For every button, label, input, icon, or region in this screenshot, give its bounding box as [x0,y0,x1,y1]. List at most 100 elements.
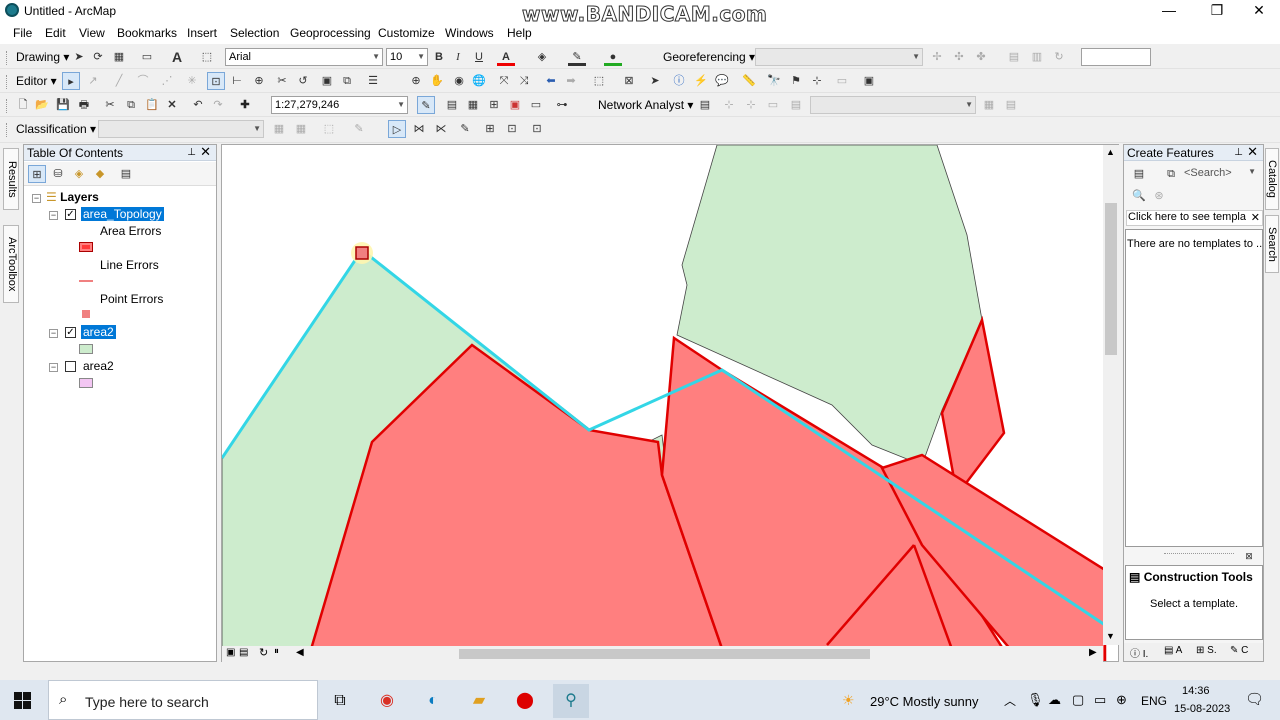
tab-catalog[interactable]: Catalog [1265,148,1279,210]
layout-view-icon[interactable]: ▤ [239,647,248,658]
map-canvas[interactable] [222,145,1119,662]
point-icon[interactable]: ✳ [183,72,201,90]
task-view-icon[interactable]: ⧉ [322,684,358,718]
cut-polygons-icon[interactable]: ⋉ [432,120,450,138]
collapse-layers-icon[interactable]: − [32,194,41,203]
georeferencing-menu[interactable]: Georeferencing ▾ [663,50,755,64]
find-route-icon[interactable]: ⚑ [787,72,805,90]
identify-icon[interactable]: ⓘ [670,72,688,90]
bold-button[interactable]: B [430,48,448,66]
network-build-icon[interactable]: ▦ [980,96,998,114]
panel-splitter[interactable] [1164,553,1234,555]
list-by-drawing-order-icon[interactable]: ⊞ [28,165,46,183]
end-point-arc-icon[interactable]: ⌒ [134,72,152,90]
refresh-icon[interactable]: ↻ [1050,48,1068,66]
find-icon[interactable]: 🔭 [765,72,783,90]
modelbuilder-icon[interactable]: ⊶ [553,96,571,114]
georef-layer-select[interactable]: ▼ [755,48,923,66]
classification-tool-icon[interactable]: ✎ [350,120,368,138]
back-extent-icon[interactable]: ⬅ [542,72,560,90]
topology-visibility-checkbox[interactable]: ✓ [65,209,76,220]
clear-search-icon[interactable]: ⊛ [1150,187,1168,205]
maximize-button[interactable]: ❐ [1194,0,1240,22]
globe-icon[interactable]: 🌐 [470,72,488,90]
fixed-zoom-out-icon[interactable]: ⤨ [515,72,533,90]
python-window-icon[interactable]: ▭ [527,96,545,114]
classification-polygon-icon[interactable]: ▦ [292,120,310,138]
network-icon[interactable]: ⊕ [1116,692,1127,708]
menu-help[interactable]: Help [507,26,532,40]
clock-date[interactable]: 15-08-2023 [1174,703,1230,715]
measure-icon[interactable]: 📏 [740,72,758,90]
rotate-tool-icon[interactable]: ⊞ [481,120,499,138]
template-search[interactable]: <Search> ▼ [1184,167,1260,182]
menu-file[interactable]: File [13,26,32,40]
georef-tool-icon[interactable]: ✤ [972,48,990,66]
rectangle-icon[interactable]: ▭ [138,48,156,66]
tab-create-icon[interactable]: ✎ C [1230,645,1248,656]
file-explorer-icon[interactable]: ▰ [461,684,497,718]
topology-edit-icon[interactable]: ⊡ [207,72,225,90]
straight-segment-icon[interactable]: ╱ [110,72,128,90]
font-size-select[interactable]: 10 ▼ [386,48,428,66]
font-color-icon[interactable]: A [497,48,515,66]
classification-training-icon[interactable]: ▦ [270,120,288,138]
layer-area2-second[interactable]: area2 [83,359,114,373]
fill-color-icon[interactable]: ◈ [533,48,551,66]
tab-results[interactable]: Results [3,148,19,210]
menu-windows[interactable]: Windows [445,26,494,40]
editor-menu[interactable]: Editor ▾ [16,74,57,88]
editor-toolbar-toggle-icon[interactable]: ✎ [417,96,435,114]
collapse-pane-icon[interactable]: ⊠ [1240,547,1258,565]
toolbar-grip[interactable] [6,123,9,137]
language-indicator[interactable]: ENG [1141,694,1167,708]
marker-color-icon[interactable]: ● [604,48,622,66]
font-name-select[interactable]: Arial ▼ [225,48,383,66]
map-topology-icon[interactable]: ⊢ [228,72,246,90]
layer-area2[interactable]: area2 [81,325,116,339]
forward-extent-icon[interactable]: ➡ [562,72,580,90]
windows-start-icon[interactable] [14,692,32,710]
display-icon[interactable]: ▭ [1094,692,1106,708]
collapse-area2-second-icon[interactable]: − [49,363,58,372]
map-scale-select[interactable]: 1:27,279,246 ▼ [271,96,408,114]
network-select-icon[interactable]: ⊹ [742,96,760,114]
line-color-icon[interactable]: ✎ [568,48,586,66]
classification-menu[interactable]: Classification ▾ [16,122,96,136]
list-by-selection-icon[interactable]: ◆ [91,165,109,183]
rotate-icon[interactable]: ⟳ [89,48,107,66]
time-slider-icon[interactable]: ▭ [833,72,851,90]
list-by-visibility-icon[interactable]: ◈ [70,165,88,183]
drawing-menu[interactable]: Drawing ▾ [16,50,69,64]
paste-icon[interactable]: 📋 [143,96,161,114]
map-vertical-scrollbar[interactable]: ▲ ▼ [1103,145,1119,645]
pan-icon[interactable]: ✋ [428,72,446,90]
menu-view[interactable]: View [79,26,105,40]
toolbar-grip[interactable] [6,51,9,65]
system-tray-icon[interactable]: ▢ [1072,692,1084,708]
network-location-icon[interactable]: ⊹ [720,96,738,114]
scroll-down-icon[interactable]: ▼ [1106,631,1115,641]
arcmap-taskbar-icon[interactable]: ⚲ [553,684,589,718]
catalog-window-icon[interactable]: ▦ [464,96,482,114]
error-inspector-icon[interactable]: ⧉ [338,72,356,90]
table-of-contents-icon[interactable]: ▤ [443,96,461,114]
view-link-table-icon[interactable]: ▤ [1005,48,1023,66]
open-icon[interactable]: 📂 [33,96,51,114]
show-hidden-icons-icon[interactable]: ︿ [1004,692,1016,709]
attributes-icon[interactable]: ☰ [364,72,382,90]
menu-insert[interactable]: Insert [187,26,217,40]
italic-button[interactable]: I [449,48,467,66]
network-solve-icon[interactable]: ▭ [764,96,782,114]
map-view[interactable] [221,144,1119,662]
template-properties-icon[interactable]: ⧉ [1162,165,1180,183]
organize-templates-icon[interactable]: ▤ [1130,165,1148,183]
create-viewer-icon[interactable]: ▣ [860,72,878,90]
tab-search[interactable]: Search [1265,215,1279,273]
create-features-close-icon[interactable]: ✕ [1247,144,1258,160]
rotate-georef-icon[interactable]: ✢ [928,48,946,66]
edit-annotation-icon[interactable]: ↗ [84,72,102,90]
weather-text[interactable]: 29°C Mostly sunny [870,694,979,709]
menu-geoprocessing[interactable]: Geoprocessing [290,26,371,40]
horizontal-scroll-thumb[interactable] [459,649,870,659]
